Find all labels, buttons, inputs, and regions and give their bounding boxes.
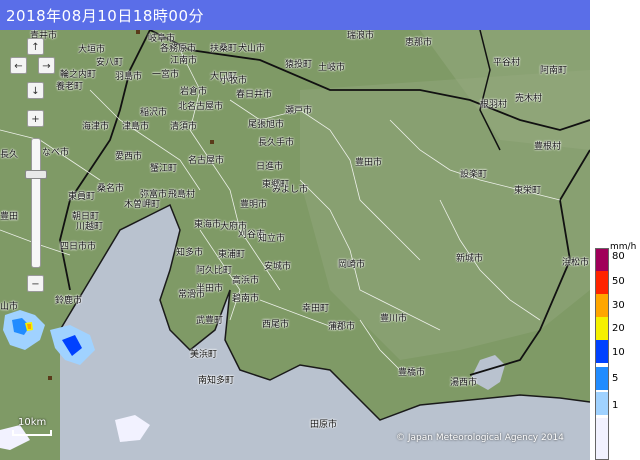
legend-level-label: 5 <box>612 373 619 384</box>
city-label: 豊川市 <box>380 314 408 324</box>
city-label: 小牧市 <box>220 76 248 86</box>
city-label: 清須市 <box>170 122 198 132</box>
city-label: 朝日町 <box>72 212 100 222</box>
city-label: 高浜市 <box>232 276 260 286</box>
city-label: 設楽町 <box>460 170 488 180</box>
city-label: 木曽岬町 <box>124 200 161 210</box>
city-label: 新城市 <box>456 254 484 264</box>
city-label: 川越町 <box>76 222 104 232</box>
city-label: 常滑市 <box>178 290 206 300</box>
city-label: 知立市 <box>258 234 286 244</box>
city-label: 春日井市 <box>236 90 273 100</box>
city-label: 土岐市 <box>318 63 346 73</box>
city-label: 輪之内町 <box>60 70 97 80</box>
city-label: 扶桑町 <box>210 44 238 54</box>
city-label: 各務原市 <box>160 44 197 54</box>
pan-down-button[interactable]: ↓ <box>27 82 44 99</box>
city-label: 蟹江町 <box>150 164 178 174</box>
city-label: 阿久比町 <box>196 266 233 276</box>
legend-level-label: 20 <box>612 323 625 334</box>
timestamp-header: 2018年08月10日18時00分 <box>0 0 590 31</box>
city-label: 長久 <box>0 150 19 160</box>
city-label: 湯西市 <box>450 378 478 388</box>
city-label: 江南市 <box>170 56 198 66</box>
city-label: 山市 <box>0 302 19 312</box>
city-label: 根羽村 <box>480 100 508 110</box>
city-label: 岐阜市 <box>148 34 176 44</box>
city-label: 豊田 <box>0 212 19 222</box>
city-label: 日進市 <box>256 162 284 172</box>
legend-level-label: 50 <box>612 276 625 287</box>
city-label: 猿投町 <box>285 60 313 70</box>
city-label: 安八町 <box>96 58 124 68</box>
city-label: 四日市市 <box>60 242 97 252</box>
city-label: 海津市 <box>82 122 110 132</box>
city-label: 桑名市 <box>97 184 125 194</box>
city-label: 鈴鹿市 <box>55 296 83 306</box>
city-label: 碧南市 <box>232 294 260 304</box>
city-label: 売木村 <box>515 94 543 104</box>
city-label: 豊明市 <box>240 200 268 210</box>
city-label: 大垣市 <box>78 45 106 55</box>
scale-bar <box>12 430 52 436</box>
city-label: 安城市 <box>264 262 292 272</box>
city-label: 岡崎市 <box>338 260 366 270</box>
legend-frame <box>595 248 609 460</box>
legend-level-label: 80 <box>612 251 625 262</box>
city-label: 美浜町 <box>190 350 218 360</box>
city-label: 武豊町 <box>196 316 224 326</box>
city-label: 稲沢市 <box>140 108 168 118</box>
city-label: 平谷村 <box>493 58 521 68</box>
city-label: 瀬戸市 <box>285 106 313 116</box>
city-label: 飛島村 <box>168 190 196 200</box>
city-label: 瑞浪市 <box>347 31 375 41</box>
city-label: 津島市 <box>122 122 150 132</box>
timestamp-title: 2018年08月10日18時00分 <box>6 7 205 25</box>
city-label: 阿南町 <box>540 66 568 76</box>
zoom-slider-track[interactable] <box>31 138 41 268</box>
city-label: 南知多町 <box>198 376 235 386</box>
pan-left-button[interactable]: ← <box>10 57 27 74</box>
city-label: 幸田町 <box>302 304 330 314</box>
city-label: 名古屋市 <box>188 156 225 166</box>
city-label: なべ市 <box>42 148 70 158</box>
pan-right-button[interactable]: → <box>38 57 55 74</box>
city-label: 東海市 <box>194 220 222 230</box>
city-label: 弥富市 <box>140 190 168 200</box>
city-label: 恵那市 <box>405 38 433 48</box>
city-label: 羽島市 <box>115 72 143 82</box>
city-label: 東員町 <box>68 192 96 202</box>
copyright-text: © Japan Meteorological Agency 2014 <box>396 433 564 443</box>
city-label: 浜松市 <box>562 258 590 268</box>
city-label: 尾張旭市 <box>248 120 285 130</box>
city-label: 犬山市 <box>238 44 266 54</box>
city-label: 西尾市 <box>262 320 290 330</box>
city-label: 蒲郡市 <box>328 322 356 332</box>
city-label: 愛西市 <box>115 152 143 162</box>
city-label: 長久手市 <box>258 138 295 148</box>
precipitation-legend: mm/h 80 50 30 20 10 5 1 <box>590 30 640 460</box>
city-label: 東栄町 <box>514 186 542 196</box>
zoom-slider-handle[interactable] <box>25 170 47 179</box>
city-label: 豊根村 <box>534 142 562 152</box>
city-label: 岩倉市 <box>180 87 208 97</box>
legend-level-label: 30 <box>612 300 625 311</box>
city-label: 知多市 <box>176 248 204 258</box>
city-label: 田原市 <box>310 420 338 430</box>
city-label: 豊橋市 <box>398 368 426 378</box>
legend-level-label: 10 <box>612 347 625 358</box>
map-view[interactable]: 青井市 岐阜市 各務原市 扶桑町 犬山市 猿投町 瑞浪市 恵那市 大垣市 安八町… <box>0 30 590 460</box>
city-label: 養老町 <box>56 82 84 92</box>
scale-label: 10km <box>18 417 47 428</box>
city-label: みよし市 <box>272 185 309 195</box>
zoom-out-button[interactable]: − <box>27 275 44 292</box>
city-label: 豊田市 <box>355 158 383 168</box>
pan-up-button[interactable]: ↑ <box>27 38 44 55</box>
city-label: 一宮市 <box>152 70 180 80</box>
city-label: 北名古屋市 <box>178 102 224 112</box>
zoom-in-button[interactable]: + <box>27 110 44 127</box>
city-label: 東浦町 <box>218 250 246 260</box>
legend-level-label: 1 <box>612 400 619 411</box>
